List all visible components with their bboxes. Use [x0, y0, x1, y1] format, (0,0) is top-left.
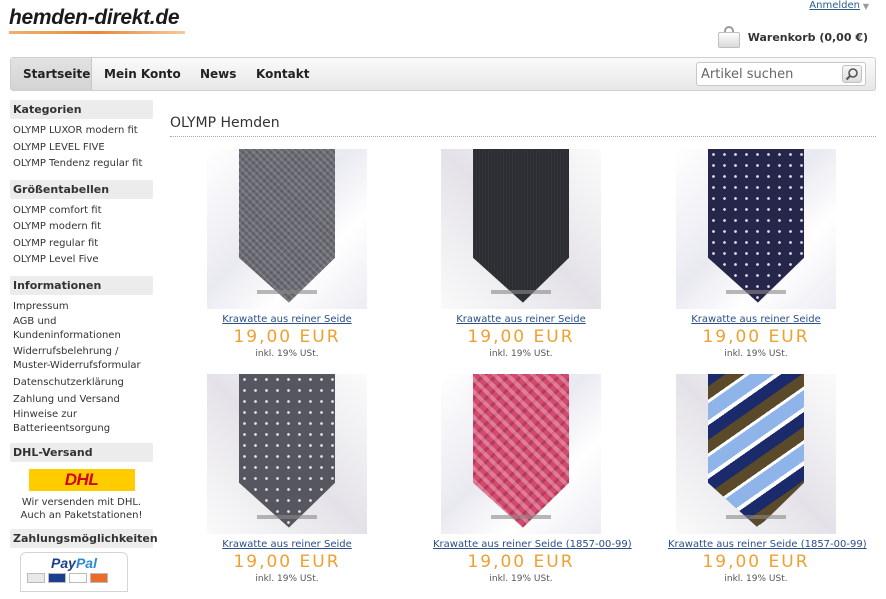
sidebar-heading-info: Informationen [10, 275, 153, 295]
product-image[interactable] [676, 149, 836, 309]
product-image[interactable] [676, 374, 836, 534]
product-name-link[interactable]: Krawatte aus reiner Seide [199, 314, 375, 326]
paypal-logo: PayPal [20, 552, 128, 592]
chevron-down-icon[interactable]: ▼ [863, 2, 869, 11]
product-image[interactable] [207, 149, 367, 309]
sidebar-link-batterie[interactable]: Hinweise zur Batterieentsorgung [13, 408, 113, 436]
sidebar-heading-shipping: DHL-Versand [10, 443, 153, 462]
sidebar-shipping: DHL-Versand DHL Wir versenden mit DHL. A… [10, 443, 153, 522]
sidebar-payment: Zahlungsmöglichkeiten PayPal [10, 529, 158, 592]
product-price: 19,00 EUR [467, 552, 575, 572]
search-box [696, 62, 866, 86]
sidebar-sizes: Größentabellen OLYMP comfort fit OLYMP m… [10, 179, 153, 269]
shopping-bag-icon [717, 26, 742, 48]
product-card[interactable]: Krawatte aus reiner Seide 19,00 EUR inkl. … [668, 149, 844, 361]
product-image[interactable] [441, 374, 601, 534]
product-name-link[interactable]: Krawatte aus reiner Seide [668, 314, 844, 326]
product-price: 19,00 EUR [702, 552, 810, 572]
sidebar-link-zahlung[interactable]: Zahlung und Versand [13, 392, 153, 409]
nav-item-news[interactable]: News [200, 58, 236, 90]
product-card[interactable]: Krawatte aus reiner Seide 19,00 EUR inkl. … [199, 374, 375, 586]
sidebar: Kategorien OLYMP LUXOR modern fit OLYMP … [10, 100, 158, 599]
product-image[interactable] [441, 149, 601, 309]
sidebar-link-level-five-size[interactable]: OLYMP Level Five [13, 252, 153, 269]
shipping-text-1: Wir versenden mit DHL. [21, 497, 142, 508]
sidebar-info: Informationen Impressum AGB und Kundenin… [10, 275, 153, 437]
logo-text: hemden-direkt.de [9, 6, 180, 29]
cart-label: Warenkorb (0,00 €) [747, 30, 868, 44]
product-card[interactable]: Krawatte aus reiner Seide 19,00 EUR inkl. … [433, 149, 609, 361]
search-button[interactable] [842, 65, 862, 83]
nav-item-kontakt[interactable]: Kontakt [256, 58, 309, 90]
product-name-link[interactable]: Krawatte aus reiner Seide [199, 539, 375, 551]
sidebar-categories: Kategorien OLYMP LUXOR modern fit OLYMP … [10, 100, 153, 173]
page-title: OLYMP Hemden [170, 115, 876, 137]
product-card[interactable]: Krawatte aus reiner Seide (1857-00-99) 19… [668, 374, 867, 586]
nav-item-mein-konto[interactable]: Mein Konto [104, 58, 181, 90]
sidebar-link-comfort-fit[interactable]: OLYMP comfort fit [13, 203, 153, 220]
sidebar-link-agb[interactable]: AGB und Kundeninformationen [13, 315, 128, 343]
sidebar-link-level-five[interactable]: OLYMP LEVEL FIVE [13, 140, 153, 157]
sidebar-heading-categories: Kategorien [10, 100, 153, 119]
cart-button[interactable]: Warenkorb (0,00 €) [717, 24, 868, 50]
sidebar-link-regular-fit[interactable]: OLYMP regular fit [13, 236, 153, 253]
product-price: 19,00 EUR [467, 327, 575, 347]
sidebar-link-modern-fit[interactable]: OLYMP modern fit [13, 219, 153, 236]
product-tax-note: inkl. 19% USt. [255, 349, 319, 359]
sidebar-link-tendenz[interactable]: OLYMP Tendenz regular fit [13, 156, 153, 173]
sidebar-link-widerruf[interactable]: Widerrufsbelehrung / Muster-Widerrufsfor… [13, 345, 148, 373]
product-name-link[interactable]: Krawatte aus reiner Seide (1857-00-99) [433, 539, 632, 551]
product-image[interactable] [207, 374, 367, 534]
sidebar-link-impressum[interactable]: Impressum [13, 299, 153, 316]
search-icon [845, 68, 858, 81]
product-tax-note: inkl. 19% USt. [489, 574, 553, 584]
logo-underline [9, 31, 185, 34]
product-name-link[interactable]: Krawatte aus reiner Seide [433, 314, 609, 326]
search-input[interactable] [701, 64, 841, 84]
product-price: 19,00 EUR [233, 552, 341, 572]
product-price: 19,00 EUR [702, 327, 810, 347]
product-price: 19,00 EUR [233, 327, 341, 347]
sidebar-link-datenschutz[interactable]: Datenschutzerklärung [13, 375, 153, 392]
site-logo[interactable]: hemden-direkt.de [9, 6, 185, 34]
nav-item-startseite[interactable]: Startseite [11, 58, 92, 90]
product-tax-note: inkl. 19% USt. [489, 349, 553, 359]
shipping-text-2: Auch an Paketstationen! [20, 510, 143, 521]
main-content: OLYMP Hemden [170, 115, 876, 137]
dhl-logo: DHL [28, 469, 135, 491]
login-link[interactable]: Anmelden [809, 0, 860, 11]
product-tax-note: inkl. 19% USt. [724, 574, 788, 584]
product-tax-note: inkl. 19% USt. [724, 349, 788, 359]
sidebar-link-luxor[interactable]: OLYMP LUXOR modern fit [13, 123, 153, 140]
product-name-link[interactable]: Krawatte aus reiner Seide (1857-00-99) [668, 539, 867, 551]
product-card[interactable]: Krawatte aus reiner Seide 19,00 EUR inkl. … [199, 149, 375, 361]
sidebar-heading-payment: Zahlungsmöglichkeiten [10, 529, 158, 548]
main-navigation: Startseite Mein Konto News Kontakt [10, 57, 876, 91]
sidebar-heading-sizes: Größentabellen [10, 179, 153, 199]
product-tax-note: inkl. 19% USt. [255, 574, 319, 584]
product-card[interactable]: Krawatte aus reiner Seide (1857-00-99) 19… [433, 374, 632, 586]
